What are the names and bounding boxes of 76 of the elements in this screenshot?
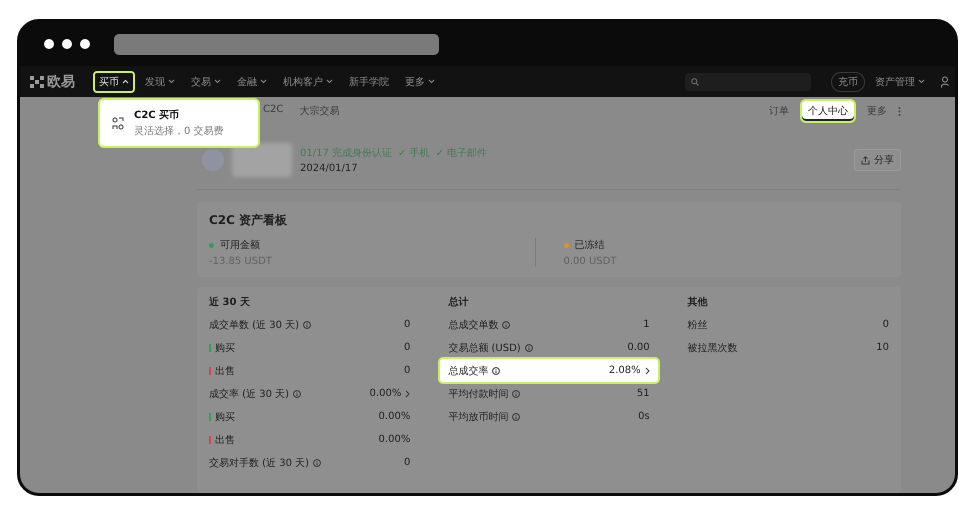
deposit-button[interactable]: 充币 <box>831 72 865 92</box>
caret-icon <box>168 79 175 84</box>
nav-item[interactable]: 金融 <box>231 70 273 92</box>
stat-value: 0 <box>404 319 410 330</box>
stat-label: 平均放币时间 <box>448 410 508 424</box>
stat-value: 0 <box>404 365 410 376</box>
info-icon[interactable] <box>492 366 500 374</box>
stat-value: 2.08% <box>608 365 641 376</box>
search-icon <box>691 78 699 86</box>
stat-label: 出售 <box>215 364 235 378</box>
subnav-link[interactable]: C2C <box>263 104 284 118</box>
verified-item: ✓ 电子邮件 <box>436 146 488 160</box>
caret-icon <box>326 79 333 84</box>
join-date: 2024/01/17 <box>300 163 359 174</box>
asset-menu[interactable]: 资产管理 <box>869 70 931 92</box>
caret-icon <box>122 79 129 84</box>
tab[interactable]: 个人中心 <box>800 99 856 123</box>
caret-icon <box>214 79 221 84</box>
more-tab[interactable]: 更多 <box>859 99 895 123</box>
stat-label: 粉丝 <box>688 318 708 332</box>
user-icon[interactable] <box>941 76 949 88</box>
address-bar[interactable] <box>114 34 439 54</box>
share-icon <box>861 156 870 164</box>
window-controls-icon <box>44 39 90 49</box>
nav-item[interactable]: 发现 <box>139 70 181 92</box>
stat-value: 0 <box>404 457 410 468</box>
nav-item[interactable]: 交易 <box>185 70 227 92</box>
logo-text[interactable]: 欧易 <box>47 72 75 90</box>
share-button[interactable]: 分享 <box>854 149 901 171</box>
stat-label: 出售 <box>215 434 235 446</box>
stat-value: 1 <box>643 319 650 330</box>
caret-icon <box>918 79 925 84</box>
stat-label: 交易总额 (USD) <box>448 342 521 354</box>
stat-label: 购买 <box>215 410 235 424</box>
stat-value: 0 <box>404 342 410 353</box>
stat-label: 总成交率 <box>448 364 488 378</box>
tab[interactable]: 订单 <box>761 99 797 123</box>
asset-label: 可用金额 <box>220 238 260 252</box>
section-title: 其他 <box>688 296 709 309</box>
avatar <box>202 149 224 171</box>
nav-item[interactable]: 新手学院 <box>343 70 395 92</box>
stat-value: 0 <box>882 319 889 330</box>
stat-value: 0.00 <box>627 342 650 353</box>
subnav-link[interactable]: 大宗交易 <box>299 104 340 118</box>
section-title: 总计 <box>448 296 470 309</box>
caret-icon <box>428 79 435 84</box>
exchange-icon <box>112 116 124 130</box>
stat-value: 10 <box>876 342 889 353</box>
stat-label: 总成交单数 <box>448 318 498 332</box>
verification-text: 01/17 完成身份认证 <box>300 146 392 160</box>
nav-item[interactable]: 买币 <box>93 70 135 92</box>
card-title: C2C 资产看板 <box>209 212 288 229</box>
menu-item-title[interactable]: C2C 买币 <box>134 108 224 122</box>
stat-label: 被拉黑次数 <box>688 342 738 354</box>
more-icon[interactable] <box>898 106 901 116</box>
asset-label: 已冻结 <box>574 238 604 252</box>
nav-item[interactable]: 更多 <box>399 70 441 92</box>
menu-item-subtitle: 灵活选择，0 交易费 <box>134 124 224 138</box>
nav-item[interactable]: 机构客户 <box>277 70 339 92</box>
stat-label: 成交率 (近 30 天) <box>209 388 290 400</box>
stat-label: 购买 <box>215 342 235 354</box>
caret-icon <box>260 79 267 84</box>
stat-label: 成交单数 (近 30 天) <box>209 318 300 332</box>
stat-value: 0.00% <box>378 434 410 445</box>
stat-value: 0.00% <box>370 388 402 399</box>
section-title: 近 30 天 <box>209 296 251 309</box>
stat-label: 平均付款时间 <box>448 388 508 400</box>
chevron-right-icon[interactable] <box>644 366 650 374</box>
logo-icon <box>30 76 44 88</box>
stat-value: 0s <box>638 411 650 422</box>
stat-value: 51 <box>636 388 650 399</box>
search-field[interactable] <box>685 72 811 90</box>
stat-value: 0.00% <box>378 411 410 422</box>
verified-item: ✓ 手机 <box>398 146 430 160</box>
stat-label: 交易对手数 (近 30 天) <box>209 456 310 470</box>
blurred-name <box>232 143 292 177</box>
